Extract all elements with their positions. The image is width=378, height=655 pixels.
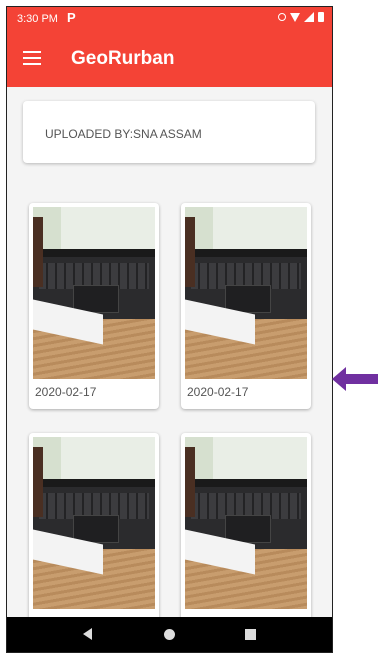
status-time: 3:30 PM xyxy=(17,13,58,25)
app-bar: GeoRurban xyxy=(7,31,332,87)
recents-square-icon[interactable] xyxy=(245,629,256,640)
back-triangle-icon[interactable] xyxy=(83,628,92,640)
alarm-icon xyxy=(278,13,286,21)
photo-date: 2020-02-17 xyxy=(35,385,97,399)
status-bar: 3:30 PM P xyxy=(7,7,332,31)
annotation-arrow-icon xyxy=(332,367,378,391)
app-title: GeoRurban xyxy=(71,48,175,69)
photo-card[interactable]: 2020-02-17 xyxy=(29,203,159,409)
photo-list[interactable]: UPLOADED BY:SNA ASSAM 2020-02-17 2020-02… xyxy=(7,87,332,617)
photo-card[interactable]: 2020-02-17 xyxy=(181,203,311,409)
hamburger-menu-icon[interactable] xyxy=(23,51,41,65)
home-circle-icon[interactable] xyxy=(164,629,175,640)
phone-screen: 3:30 PM P GeoRurban UPLOADED BY:SNA ASSA… xyxy=(6,6,333,653)
laptop-photo xyxy=(185,207,307,379)
signal-icon xyxy=(304,12,314,22)
photo-card[interactable]: 2020-02-17 xyxy=(29,433,159,617)
laptop-photo xyxy=(33,437,155,609)
uploader-label: UPLOADED BY:SNA ASSAM xyxy=(45,127,202,141)
navigation-bar xyxy=(7,617,332,652)
photo-card[interactable]: 2020-02-17 xyxy=(181,433,311,617)
battery-icon xyxy=(318,12,324,22)
uploader-card: UPLOADED BY:SNA ASSAM xyxy=(23,101,315,163)
laptop-photo xyxy=(185,437,307,609)
laptop-photo xyxy=(33,207,155,379)
wifi-icon xyxy=(290,12,300,22)
notification-p-icon: P xyxy=(67,10,76,25)
status-icons xyxy=(278,12,324,22)
photo-date: 2020-02-17 xyxy=(187,385,249,399)
